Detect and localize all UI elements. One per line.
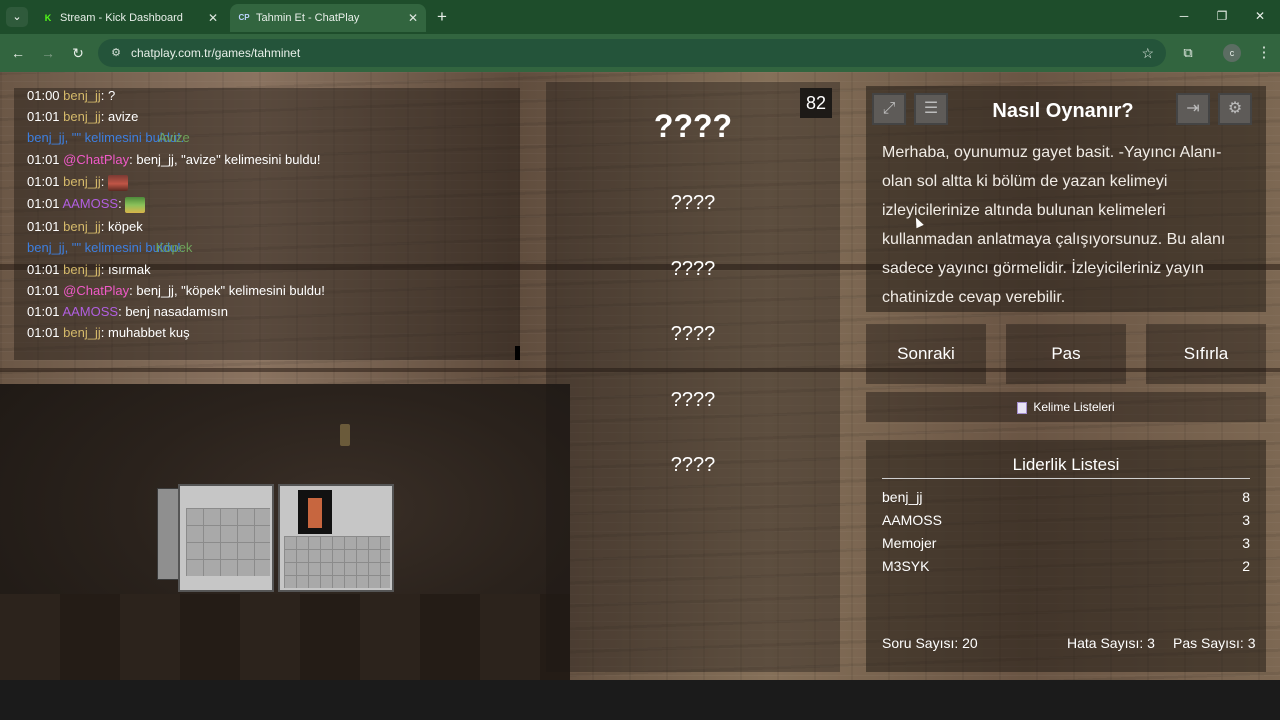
player-avatar [298, 490, 332, 534]
pass-count: Pas Sayısı: 3 [1173, 635, 1256, 651]
how-to-play-text: Merhaba, oyunumuz gayet basit. -Yayıncı … [882, 144, 1226, 306]
reset-button[interactable]: Sıfırla [1146, 324, 1266, 384]
leaderboard-row: M3SYK 2 [882, 558, 1250, 574]
chat-message: 01:01 AAMOSS: [27, 194, 146, 214]
gear-icon[interactable]: ⚙ [1218, 93, 1252, 125]
tab-kick-dashboard[interactable]: K Stream - Kick Dashboard ✕ [34, 4, 226, 32]
back-button[interactable]: ← [8, 43, 28, 63]
target-word: ???? [653, 108, 733, 144]
how-to-play-panel: ⤢ ☰ Nasıl Oynanır? ⇥ ⚙ Merhaba, oyunumuz… [866, 86, 1266, 312]
inventory-grid [284, 536, 390, 588]
player-inventory-panel [278, 484, 394, 592]
chat-message: 01:01 benj_jj: köpek [27, 219, 143, 234]
minimize-button[interactable]: ─ [1174, 6, 1194, 26]
chat-message: 01:01 benj_jj: muhabbet kuş [27, 325, 190, 340]
divider [882, 478, 1250, 479]
game-capture-area [0, 384, 570, 694]
browser-toolbar: ← → ↻ ⚙ chatplay.com.tr/games/tahminet ☆… [0, 34, 1280, 72]
exit-icon[interactable]: ⇥ [1176, 93, 1210, 125]
word-lists-label: Kelime Listeleri [1033, 400, 1115, 414]
leaderboard-row: Memojer 3 [882, 535, 1250, 551]
next-button[interactable]: Sonraki [866, 324, 986, 384]
chat-message: 01:00 benj_jj: ? [27, 88, 116, 103]
extensions-icon[interactable]: ⧉ [1178, 43, 1198, 63]
chat-panel: 01:00 benj_jj: ? 01:01 benj_jj: avize be… [14, 88, 520, 360]
forbidden-word: ???? [670, 258, 716, 280]
forbidden-word: ???? [670, 323, 716, 345]
tab-title: Tahmin Et - ChatPlay [256, 12, 360, 24]
chat-message: 01:01 benj_jj: [27, 172, 128, 192]
restore-button[interactable]: ❐ [1212, 6, 1232, 26]
forbidden-word: ???? [670, 192, 716, 214]
close-window-button[interactable]: ✕ [1250, 6, 1270, 26]
chat-scroll-marker [515, 346, 520, 360]
chat-message: 01:01 @ChatPlay: benj_jj, "köpek" kelime… [27, 283, 325, 298]
chat-system-message: benj_jj, " Avize " kelimesini buldu!. [27, 130, 190, 145]
floor-planks [0, 594, 570, 694]
inventory-tabs [157, 488, 179, 580]
leaderboard-row: AAMOSS 3 [882, 512, 1250, 528]
tab-chatplay[interactable]: CP Tahmin Et - ChatPlay ✕ [230, 4, 426, 32]
site-info-icon[interactable]: ⚙ [108, 45, 124, 61]
forbidden-word: ???? [670, 454, 716, 476]
url-text: chatplay.com.tr/games/tahminet [131, 46, 301, 60]
inventory-grid [186, 508, 270, 576]
inventory-panel [178, 484, 274, 592]
leaderboard-panel: Liderlik Listesi benj_jj 8 AAMOSS 3 Memoje… [866, 440, 1266, 672]
chat-message: 01:01 @ChatPlay: benj_jj, "avize" kelime… [27, 152, 321, 167]
emote-icon [108, 174, 128, 191]
kick-favicon-icon: K [44, 13, 52, 23]
bookmark-star-icon[interactable]: ☆ [1141, 39, 1154, 67]
page-bottom-edge [0, 680, 1280, 720]
tab-title: Stream - Kick Dashboard [60, 12, 183, 24]
chat-message: 01:01 AAMOSS: benj nasadamısın [27, 304, 228, 319]
question-count: Soru Sayısı: 20 [882, 635, 978, 651]
game-page: 01:00 benj_jj: ? 01:01 benj_jj: avize be… [0, 72, 1280, 720]
address-bar[interactable]: ⚙ chatplay.com.tr/games/tahminet ☆ [98, 39, 1166, 67]
leaderboard-title: Liderlik Listesi [1012, 455, 1120, 474]
chatplay-favicon-icon: CP [238, 13, 250, 22]
chat-message: 01:01 benj_jj: ısırmak [27, 262, 151, 277]
tab-strip: ⌄ K Stream - Kick Dashboard ✕ CP Tahmin … [0, 0, 1280, 34]
reload-button[interactable]: ↻ [68, 43, 88, 63]
word-lists-button[interactable]: Kelime Listeleri [866, 392, 1266, 422]
close-tab-icon[interactable]: ✕ [408, 4, 418, 32]
torch-icon [340, 424, 350, 446]
leaderboard-row: benj_jj 8 [882, 489, 1250, 505]
new-tab-button[interactable]: + [432, 5, 452, 29]
pass-button[interactable]: Pas [1006, 324, 1126, 384]
notepad-icon [1017, 401, 1028, 414]
error-count: Hata Sayısı: 3 [1067, 635, 1155, 651]
chat-system-message: benj_jj, " Köpek " kelimesini buldu!. [27, 240, 193, 255]
forbidden-word: ???? [670, 389, 716, 411]
browser-menu-icon[interactable]: ⋮ [1254, 43, 1274, 63]
chat-message: 01:01 benj_jj: avize [27, 109, 139, 124]
emote-icon [125, 196, 146, 213]
tab-search-button[interactable]: ⌄ [6, 7, 28, 27]
word-panel: 82 ???? ???? ???? ???? ???? ???? [546, 82, 840, 672]
close-tab-icon[interactable]: ✕ [208, 4, 218, 32]
forward-button[interactable]: → [38, 43, 58, 63]
profile-avatar[interactable]: c [1223, 44, 1241, 62]
